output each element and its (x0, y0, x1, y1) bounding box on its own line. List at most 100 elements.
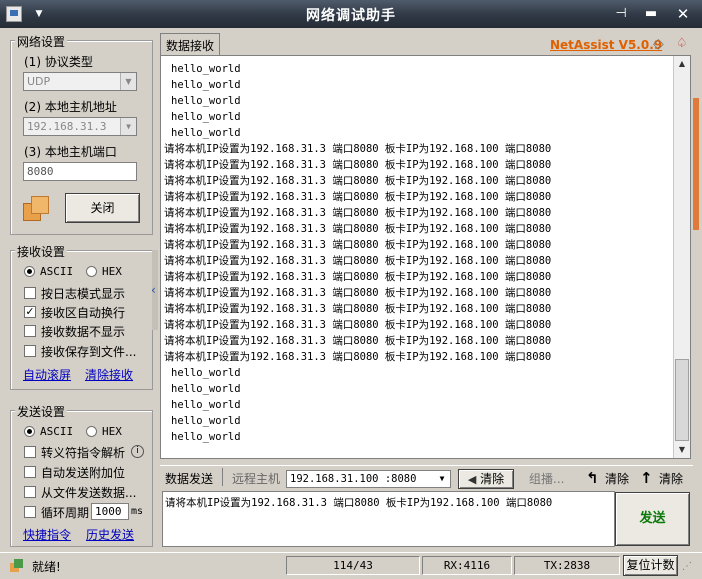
up-arrow-icon[interactable]: ↑ (640, 470, 653, 486)
bell-icon[interactable]: ♤ (676, 36, 688, 51)
shortcut-commands-link[interactable]: 快捷指令 (23, 526, 71, 543)
tab-data-receive[interactable]: 数据接收 (160, 33, 220, 55)
title-bar: ▼ 网络调试助手 ⊣ ▬ ✕ (0, 0, 702, 28)
chevron-down-icon[interactable]: ▼ (120, 118, 136, 135)
receive-settings-title: 接收设置 (15, 243, 68, 260)
arrow-left-icon: ◀ (467, 473, 477, 486)
resize-grip-icon[interactable]: ⋰ (682, 561, 692, 572)
receive-line: 请将本机IP设置为192.168.31.3 端口8080 板卡IP为192.16… (164, 255, 552, 267)
chevron-down-icon[interactable]: ▼ (120, 73, 136, 90)
save-to-file-checkbox[interactable] (24, 345, 36, 357)
receive-line: 请将本机IP设置为192.168.31.3 端口8080 板卡IP为192.16… (164, 143, 552, 155)
clear-receive-link[interactable]: 清除接收 (85, 366, 133, 383)
receive-line: 请将本机IP设置为192.168.31.3 端口8080 板卡IP为192.16… (164, 239, 552, 251)
send-hex-label: HEX (102, 425, 122, 438)
auto-scroll-link[interactable]: 自动滚屏 (23, 366, 71, 383)
receive-line: hello_world (171, 111, 241, 123)
remote-clear-button[interactable]: ◀ 清除 (458, 469, 514, 489)
undo-arrow-icon[interactable]: ↰ (586, 470, 599, 486)
remote-clear-label: 清除 (480, 472, 505, 486)
receive-line: 请将本机IP设置为192.168.31.3 端口8080 板卡IP为192.16… (164, 303, 552, 315)
network-settings-title: 网络设置 (15, 33, 68, 50)
receive-line: 请将本机IP设置为192.168.31.3 端口8080 板卡IP为192.16… (164, 223, 552, 235)
auto-wrap-label: 接收区自动换行 (41, 306, 126, 320)
receive-scrollbar[interactable]: ▲ ▼ (673, 56, 690, 458)
receive-line: hello_world (171, 383, 241, 395)
scroll-up-icon[interactable]: ▲ (674, 56, 690, 72)
auto-append-label: 自动发送附加位 (41, 466, 126, 480)
send-settings-title: 发送设置 (15, 403, 68, 420)
log-mode-label: 按日志模式显示 (41, 287, 126, 301)
pin-icon[interactable]: ⊣ (610, 5, 632, 23)
status-icon (10, 559, 24, 573)
minimize-icon[interactable]: ▬ (640, 5, 662, 23)
scroll-thumb[interactable] (675, 359, 689, 441)
port-label: (3) 本地主机端口 (24, 145, 117, 159)
log-mode-checkbox[interactable] (24, 287, 36, 299)
chevron-left-icon[interactable]: ‹ (151, 283, 156, 297)
cycle-checkbox[interactable] (24, 506, 36, 518)
hide-data-checkbox[interactable] (24, 325, 36, 337)
receive-line: 请将本机IP设置为192.168.31.3 端口8080 板卡IP为192.16… (164, 287, 552, 299)
protocol-select[interactable]: UDP ▼ (23, 72, 137, 91)
send-from-file-label: 从文件发送数据... (41, 486, 137, 500)
status-bar: 就绪! 114/43 RX:4116 TX:2838 复位计数 ⋰ (0, 552, 702, 579)
receive-line: 请将本机IP设置为192.168.31.3 端口8080 板卡IP为192.16… (164, 271, 552, 283)
cycle-label: 循环周期 (41, 506, 90, 520)
cycle-period-input[interactable]: 1000 (91, 503, 129, 520)
receive-line: hello_world (171, 415, 241, 427)
close-connection-button[interactable]: 关闭 (65, 193, 140, 223)
host-select[interactable]: 192.168.31.3 ▼ (23, 117, 137, 136)
info-icon[interactable]: i (131, 445, 144, 458)
send-button[interactable]: 发送 (615, 492, 690, 546)
reset-count-button[interactable]: 复位计数 (623, 555, 678, 576)
receive-line: 请将本机IP设置为192.168.31.3 端口8080 板卡IP为192.16… (164, 351, 552, 363)
close-icon[interactable]: ✕ (672, 5, 694, 23)
receive-line: hello_world (171, 431, 241, 443)
receive-ascii-label: ASCII (40, 265, 74, 278)
clear-all-button[interactable]: 清除 (659, 470, 683, 487)
receive-text-area[interactable]: hello_world hello_world hello_world hello_w… (160, 55, 691, 459)
escape-parse-label: 转义符指令解析 (41, 446, 126, 460)
send-history-link[interactable]: 历史发送 (86, 526, 134, 543)
status-ready: 就绪! (32, 560, 61, 574)
hide-data-label: 接收数据不显示 (41, 325, 126, 339)
auto-wrap-checkbox[interactable]: ✓ (24, 306, 36, 318)
send-ascii-radio[interactable] (24, 426, 35, 437)
protocol-label: (1) 协议类型 (24, 55, 93, 69)
escape-parse-checkbox[interactable] (24, 446, 36, 458)
receive-line: hello_world (171, 79, 241, 91)
side-accent-strip (693, 98, 699, 230)
receive-hex-label: HEX (102, 265, 122, 278)
tab-data-send[interactable]: 数据发送 (165, 470, 213, 487)
send-hex-radio[interactable] (86, 426, 97, 437)
receive-line: 请将本机IP设置为192.168.31.3 端口8080 板卡IP为192.16… (164, 175, 552, 187)
receive-line: 请将本机IP设置为192.168.31.3 端口8080 板卡IP为192.16… (164, 335, 552, 347)
clear-send-button[interactable]: 清除 (605, 470, 629, 487)
receive-hex-radio[interactable] (86, 266, 97, 277)
receive-line: 请将本机IP设置为192.168.31.3 端口8080 板卡IP为192.16… (164, 191, 552, 203)
port-input[interactable]: 8080 (23, 162, 137, 181)
receive-lines: hello_world hello_world hello_world hello_w… (164, 61, 669, 445)
host-label: (2) 本地主机地址 (24, 100, 117, 114)
receive-line: hello_world (171, 399, 241, 411)
receive-line: 请将本机IP设置为192.168.31.3 端口8080 板卡IP为192.16… (164, 207, 552, 219)
diamond-icon[interactable]: ◇ (653, 36, 664, 52)
cycle-unit: ms (131, 506, 144, 517)
auto-append-checkbox[interactable] (24, 466, 36, 478)
scroll-down-icon[interactable]: ▼ (674, 442, 690, 458)
receive-line: hello_world (171, 367, 241, 379)
brand-link[interactable]: NetAssist V5.0.9 (550, 38, 662, 52)
remote-host-select[interactable]: 192.168.31.100 :8080 ▼ (286, 470, 451, 488)
receive-line: 请将本机IP设置为192.168.31.3 端口8080 板卡IP为192.16… (164, 159, 552, 171)
save-to-file-label: 接收保存到文件... (41, 345, 137, 359)
receive-ascii-radio[interactable] (24, 266, 35, 277)
chevron-down-icon[interactable]: ▼ (434, 471, 450, 487)
send-ascii-label: ASCII (40, 425, 74, 438)
send-text-area[interactable]: 请将本机IP设置为192.168.31.3 端口8080 板卡IP为192.16… (162, 491, 615, 547)
status-count: 114/43 (286, 556, 420, 575)
connection-status-icon (21, 195, 51, 223)
send-from-file-checkbox[interactable] (24, 486, 36, 498)
status-tx: TX:2838 (514, 556, 620, 575)
multicast-button[interactable]: 组播... (529, 470, 564, 487)
